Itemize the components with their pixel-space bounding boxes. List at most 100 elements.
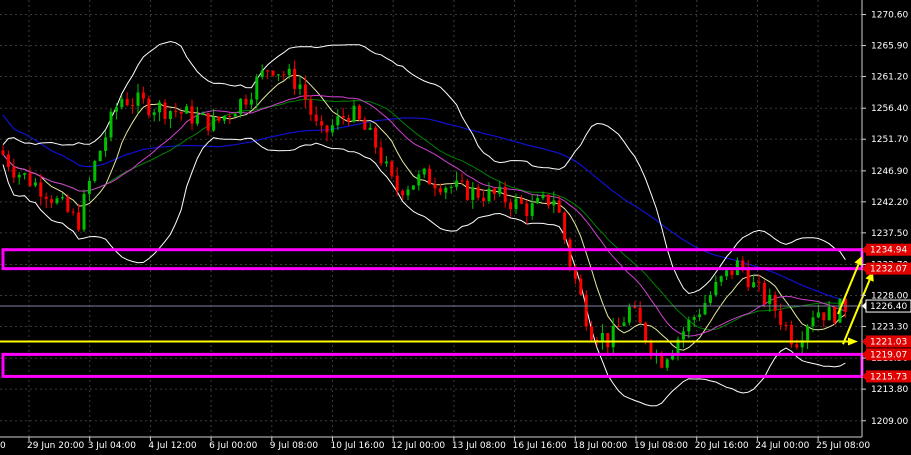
candle-body — [438, 188, 442, 193]
candle-body — [158, 102, 162, 113]
candle-body — [66, 197, 70, 212]
candle-body — [282, 74, 286, 76]
price-badge-label: 1234.94 — [870, 246, 907, 256]
candle-body — [708, 295, 712, 303]
candle-body — [465, 180, 469, 200]
candle-body — [563, 212, 567, 240]
candle-body — [746, 267, 750, 288]
candle-body — [568, 239, 572, 267]
candle-body — [50, 199, 54, 204]
candle-body — [687, 319, 691, 332]
candle-body — [28, 173, 32, 186]
candle-body — [314, 114, 318, 122]
candle-body — [422, 168, 426, 175]
y-tick-label: 1209.00 — [871, 417, 908, 427]
candle-body — [152, 112, 156, 116]
candle-body — [741, 260, 745, 268]
x-tick-label: 13 Jul 08:00 — [452, 441, 506, 451]
candle-body — [60, 197, 64, 199]
candle-body — [703, 302, 707, 315]
y-tick-label: 1251.70 — [871, 135, 908, 145]
candle-body — [239, 98, 243, 114]
candle-body — [546, 194, 550, 206]
candle-body — [638, 307, 642, 323]
candle-body — [222, 116, 226, 121]
x-tick-label: 9 Jul 08:00 — [270, 441, 319, 451]
candle-body — [428, 168, 432, 185]
candle-body — [120, 99, 124, 108]
y-tick-label: 1213.80 — [871, 385, 908, 395]
x-tick-label: 18 Jul 00:00 — [573, 441, 627, 451]
candle-body — [201, 113, 205, 115]
candle-body — [341, 116, 345, 118]
candle-body — [401, 190, 405, 196]
candle-body — [330, 125, 334, 133]
x-tick-label: 6 Jul 00:00 — [209, 441, 258, 451]
candle-body — [347, 117, 351, 122]
candle-body — [244, 98, 248, 105]
y-tick-label: 1270.60 — [871, 11, 908, 21]
x-tick-label: 25 Jul 08:00 — [816, 441, 870, 451]
price-badge-label: 1226.40 — [870, 302, 907, 312]
x-tick-label: 12 Jul 00:00 — [391, 441, 445, 451]
candle-body — [12, 166, 16, 178]
x-tick-label: 19 Jul 08:00 — [634, 441, 688, 451]
candle-body — [590, 326, 594, 340]
candle-body — [39, 182, 43, 197]
candle-body — [784, 324, 788, 326]
candle-body — [460, 180, 464, 182]
candle-body — [633, 306, 637, 308]
candle-body — [644, 322, 648, 342]
candle-body — [374, 127, 378, 148]
x-tick-label: 24 Jul 00:00 — [755, 441, 809, 451]
candle-body — [719, 276, 723, 282]
price-chart[interactable]: 1270.60 1265.90 1261.20 1256.40 1251.70 1246.… — [0, 0, 911, 455]
price-badge-label: 1219.07 — [870, 350, 907, 360]
candle-body — [492, 188, 496, 194]
candle-body — [114, 107, 118, 112]
candle-body — [379, 147, 383, 164]
candle-body — [352, 105, 356, 122]
candle-body — [779, 310, 783, 325]
candle-body — [125, 99, 129, 106]
y-tick-label: 1246.90 — [871, 167, 908, 177]
candle-body — [509, 202, 513, 210]
candle-body — [298, 84, 302, 89]
candle-body — [131, 105, 135, 107]
candle-body — [530, 203, 534, 216]
candle-body — [233, 113, 237, 117]
candle-body — [303, 84, 307, 100]
candle-body — [406, 189, 410, 196]
candle-body — [725, 270, 729, 277]
y-tick-label: 1265.90 — [871, 42, 908, 52]
candle-body — [309, 99, 313, 115]
candle-body — [336, 116, 340, 126]
candle-body — [77, 212, 81, 230]
candle-body — [174, 111, 178, 113]
candle-body — [287, 68, 291, 76]
candle-body — [249, 99, 253, 105]
candle-body — [384, 161, 388, 164]
candle-body — [552, 200, 556, 206]
candle-body — [217, 116, 221, 121]
candle-body — [82, 193, 86, 230]
candle-body — [55, 198, 59, 204]
candle-body — [179, 112, 183, 114]
candle-body — [714, 281, 718, 296]
x-tick-label: 16 Jul 16:00 — [513, 441, 567, 451]
candle-body — [228, 116, 232, 118]
candle-body — [212, 116, 216, 131]
candle-body — [433, 184, 437, 189]
candle-body — [33, 182, 37, 186]
candle-body — [498, 186, 502, 194]
candle-body — [104, 137, 108, 151]
candle-body — [752, 282, 756, 288]
candle-body — [395, 175, 399, 191]
candle-body — [255, 77, 259, 100]
candle-body — [449, 186, 453, 188]
candle-body — [627, 306, 631, 323]
candle-body — [357, 105, 361, 120]
y-tick-label: 1223.30 — [871, 322, 908, 332]
candle-body — [476, 187, 480, 198]
candle-body — [363, 119, 367, 130]
